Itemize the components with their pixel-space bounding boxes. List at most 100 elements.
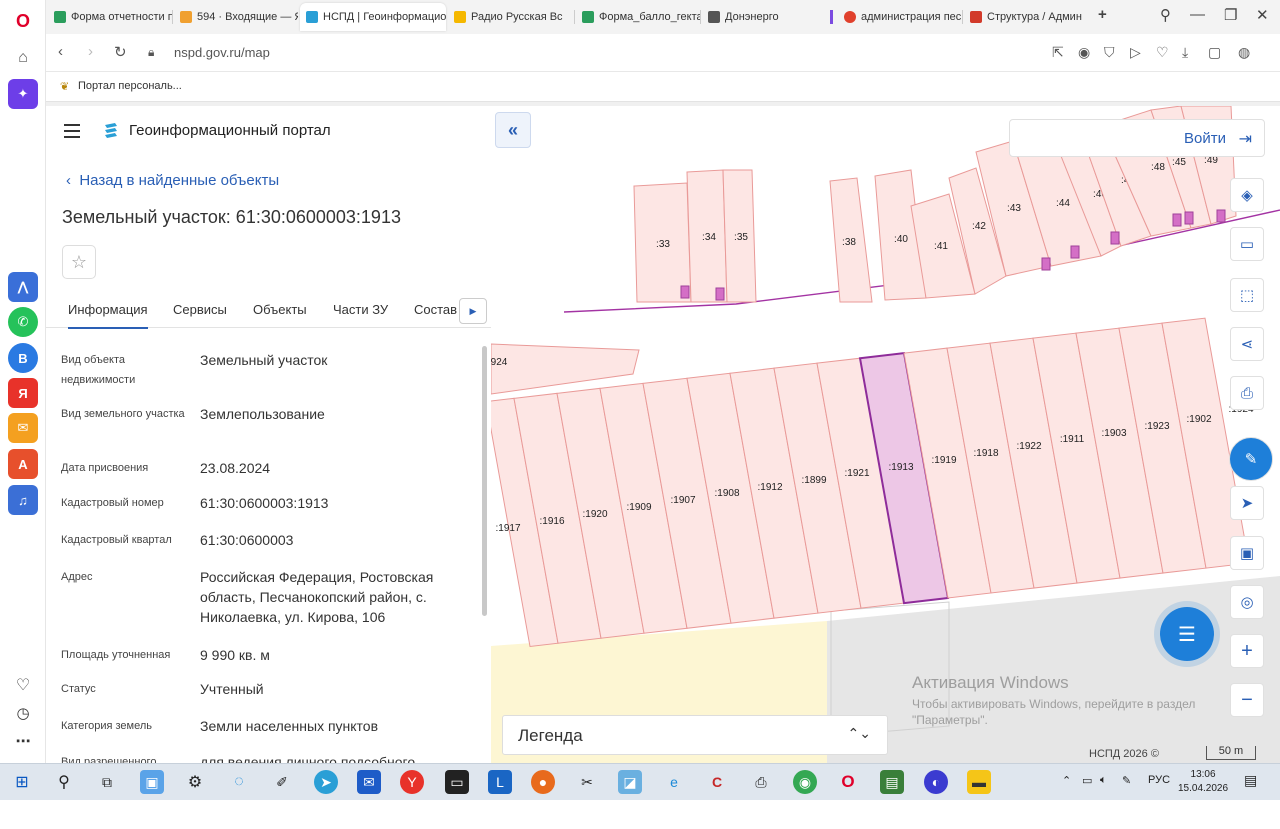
chat-button[interactable]: ☰ [1160, 607, 1214, 661]
network-icon[interactable]: ▭ [1082, 774, 1092, 787]
ie-icon[interactable]: e [662, 770, 686, 794]
tab-parts[interactable]: Части ЗУ [333, 302, 388, 317]
chrome-icon[interactable]: ◉ [793, 770, 817, 794]
panel-scrollbar[interactable] [480, 338, 488, 763]
app-tool-icon[interactable]: ✂ [575, 770, 599, 794]
print-button[interactable]: ⎙ [1230, 376, 1264, 410]
layers-button[interactable]: ◈ [1230, 178, 1264, 212]
tab-composition[interactable]: Состав [414, 302, 457, 317]
tab-1[interactable]: Форма отчетности п [48, 3, 172, 31]
telegram-icon[interactable]: ➤ [314, 770, 338, 794]
minimap-icon: ▣ [1239, 545, 1255, 562]
draw-button[interactable]: ✎ [1229, 437, 1273, 481]
terminal-icon[interactable]: ▭ [445, 770, 469, 794]
vk-icon[interactable]: B [8, 343, 38, 373]
mail-icon[interactable]: ✉ [8, 413, 38, 443]
language-indicator[interactable]: РУС [1148, 774, 1170, 786]
heart-icon[interactable]: ♡ [8, 670, 38, 700]
tab-objects[interactable]: Объекты [253, 302, 307, 317]
tab-3-active[interactable]: НСПД | Геоинформацион [300, 3, 446, 31]
tab-services[interactable]: Сервисы [173, 302, 227, 317]
task-view-icon[interactable]: ⧉ [95, 770, 119, 794]
location-button[interactable]: ◎ [1230, 585, 1264, 619]
explorer-icon[interactable]: ▬ [967, 770, 991, 794]
nspd-icon [306, 11, 318, 23]
app-green-icon[interactable]: ▤ [880, 770, 904, 794]
reload-icon[interactable]: ↻ [114, 43, 127, 61]
geolocation-button[interactable]: ➤ [1230, 486, 1264, 520]
minimize-icon[interactable]: — [1190, 6, 1205, 23]
restore-icon[interactable]: ❐ [1224, 6, 1237, 24]
printer-icon[interactable]: ⎙ [749, 770, 773, 794]
whatsapp-icon[interactable]: ✆ [8, 307, 38, 337]
download-icon[interactable]: ⤓ [1182, 44, 1188, 61]
outlook-icon[interactable]: ✉ [357, 770, 381, 794]
tab-4[interactable]: Радио Русская Вс [448, 3, 574, 31]
forward-icon[interactable]: › [88, 43, 93, 60]
tab-5[interactable]: Форма_балло_гекта [576, 3, 700, 31]
url-field[interactable]: nspd.gov.ru/map [174, 45, 270, 60]
app-circle-icon[interactable]: ◐ [924, 770, 948, 794]
share-icon[interactable]: ⇱ [1052, 44, 1064, 61]
object-panel: Геоинформационный портал ‹ Назад в найде… [46, 106, 491, 763]
back-icon[interactable]: ‹ [58, 43, 63, 60]
yandex-icon[interactable]: Я [8, 378, 38, 408]
play-icon[interactable]: ▷ [1130, 44, 1141, 61]
favorite-button[interactable]: ☆ [62, 245, 96, 279]
measure-button[interactable]: ▭ [1230, 227, 1264, 261]
tab-8[interactable]: Структура / Админ [964, 3, 1092, 31]
more-icon[interactable]: ⋯ [8, 726, 38, 756]
tab-2[interactable]: 594 · Входящие — Я [174, 3, 298, 31]
aria-icon[interactable]: ✦ [8, 79, 38, 109]
clock[interactable]: 13:06 15.04.2026 [1178, 768, 1228, 796]
map-view[interactable]: :33:34:35:38:40:41:42:43:44:46:47:48:45:… [491, 106, 1280, 763]
zoom-out-button[interactable]: − [1230, 683, 1264, 717]
profile-icon[interactable]: ◍ [1238, 44, 1250, 61]
tab-7[interactable]: администрация пес [838, 3, 962, 31]
notifications-icon[interactable]: ▤ [1244, 772, 1257, 789]
tray-arrow-icon[interactable]: ⌃ [1062, 774, 1071, 787]
bookmark-portal[interactable]: Портал персональ... [78, 80, 182, 92]
start-icon[interactable]: ⊞ [10, 770, 34, 794]
minimap-button[interactable]: ▣ [1230, 536, 1264, 570]
app-doc-icon[interactable]: ◪ [618, 770, 642, 794]
tab-info[interactable]: Информация [68, 302, 148, 329]
select-area-button[interactable]: ⬚ [1230, 278, 1264, 312]
volume-icon[interactable]: 🔈︎ [1100, 774, 1107, 787]
search-icon[interactable]: ⚲ [52, 770, 76, 794]
yandex-browser-icon[interactable]: Y [400, 770, 424, 794]
pen-icon[interactable]: ✎ [1122, 774, 1131, 787]
close-icon[interactable]: ✕ [1256, 6, 1269, 24]
translate-icon[interactable]: A [8, 449, 38, 479]
wallet-icon[interactable]: ▢ [1208, 44, 1221, 61]
edge-icon[interactable]: ◌ [227, 770, 251, 794]
collapse-panel-button[interactable]: « [495, 112, 531, 148]
legend-dropdown[interactable]: Легенда ⌃⌄ [502, 715, 888, 755]
opera-taskbar-icon[interactable]: O [836, 770, 860, 794]
app-icon-1[interactable]: ⋀ [8, 272, 38, 302]
zoom-in-button[interactable]: + [1230, 634, 1264, 668]
tab-6[interactable]: Донэнерго [702, 3, 826, 31]
paint-icon[interactable]: ✐ [270, 770, 294, 794]
firefox-icon[interactable]: ● [531, 770, 555, 794]
shield-icon[interactable]: ⛉ [1104, 44, 1115, 61]
login-button[interactable]: Войти ⇥ [1009, 119, 1265, 157]
camera-icon[interactable]: ◉ [1078, 44, 1090, 61]
home-icon[interactable]: ⌂ [8, 43, 38, 73]
back-to-results-link[interactable]: ‹ Назад в найденные объекты [66, 172, 279, 189]
tabs-next-button[interactable]: ▶ [459, 298, 487, 324]
opera-logo-icon[interactable]: O [8, 6, 38, 36]
new-tab-button[interactable]: + [1098, 6, 1107, 23]
music-icon[interactable]: ♫ [8, 485, 38, 515]
favorite-icon[interactable]: ♡ [1156, 44, 1169, 61]
app-monitor-icon[interactable]: ▣ [140, 770, 164, 794]
scroll-thumb[interactable] [482, 346, 487, 616]
search-tabs-icon[interactable]: ⚲ [1160, 6, 1171, 24]
cadastral-map[interactable]: :33:34:35:38:40:41:42:43:44:46:47:48:45:… [491, 106, 1280, 763]
menu-icon[interactable] [64, 124, 80, 142]
settings-icon[interactable]: ⚙ [183, 770, 207, 794]
app-blue-icon[interactable]: L [488, 770, 512, 794]
history-icon[interactable]: ◷ [8, 698, 38, 728]
share-button[interactable]: ⋖ [1230, 327, 1264, 361]
ccleaner-icon[interactable]: C [705, 770, 729, 794]
